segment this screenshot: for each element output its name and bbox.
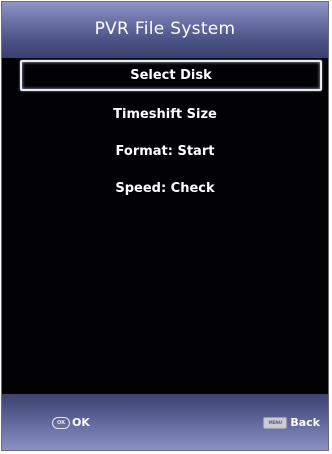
menu-item-select-disk[interactable]: Select Disk xyxy=(20,60,322,91)
bottom-bar: OK OK MENU Back xyxy=(2,394,328,450)
ok-button[interactable]: OK OK xyxy=(52,416,90,429)
ok-label: OK xyxy=(72,416,90,429)
back-button[interactable]: MENU Back xyxy=(263,416,320,429)
menu-item-format[interactable]: Format: Start xyxy=(2,138,328,165)
menu-item-label: Speed: Check xyxy=(115,181,215,196)
menu-item-label: Select Disk xyxy=(130,68,212,83)
menu-item-label: Timeshift Size xyxy=(113,107,217,122)
pvr-screen: PVR File System Select Disk Timeshift Si… xyxy=(1,1,329,451)
menu-item-speed[interactable]: Speed: Check xyxy=(2,175,328,202)
back-label: Back xyxy=(290,416,320,429)
title-bar: PVR File System xyxy=(2,2,328,58)
menu-item-label: Format: Start xyxy=(115,144,215,159)
ok-key-icon: OK xyxy=(52,416,70,429)
menu-key-icon: MENU xyxy=(263,416,288,429)
page-title: PVR File System xyxy=(94,19,236,39)
menu-item-timeshift-size[interactable]: Timeshift Size xyxy=(2,101,328,128)
menu-list: Select Disk Timeshift Size Format: Start… xyxy=(2,60,328,212)
